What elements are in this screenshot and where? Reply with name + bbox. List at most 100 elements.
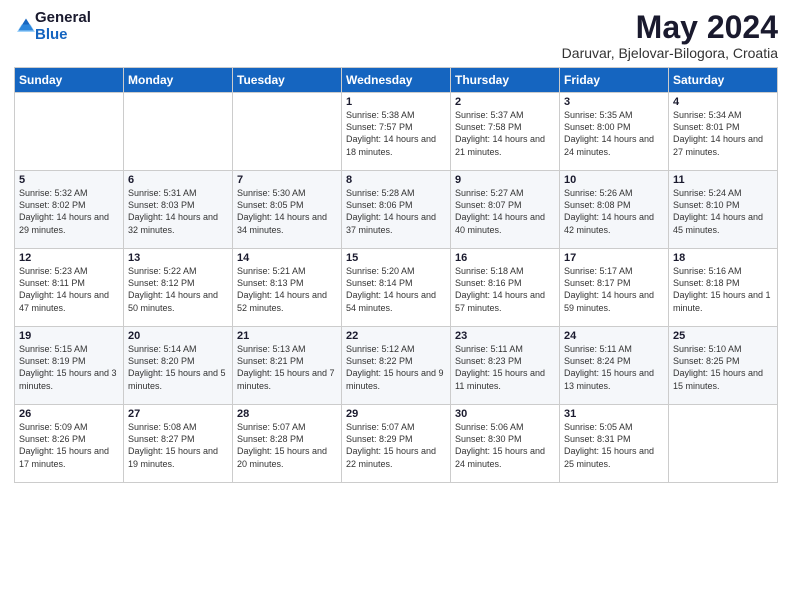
cell-details: Sunrise: 5:06 AMSunset: 8:30 PMDaylight:… <box>455 421 555 470</box>
cell-details: Sunrise: 5:15 AMSunset: 8:19 PMDaylight:… <box>19 343 119 392</box>
day-number: 4 <box>673 96 773 108</box>
calendar-cell: 2Sunrise: 5:37 AMSunset: 7:58 PMDaylight… <box>451 93 560 171</box>
calendar-cell: 6Sunrise: 5:31 AMSunset: 8:03 PMDaylight… <box>124 171 233 249</box>
day-number: 5 <box>19 174 119 186</box>
day-number: 23 <box>455 330 555 342</box>
day-number: 10 <box>564 174 664 186</box>
cell-details: Sunrise: 5:31 AMSunset: 8:03 PMDaylight:… <box>128 187 228 236</box>
day-number: 26 <box>19 408 119 420</box>
day-number: 24 <box>564 330 664 342</box>
cell-details: Sunrise: 5:07 AMSunset: 8:28 PMDaylight:… <box>237 421 337 470</box>
calendar-cell: 17Sunrise: 5:17 AMSunset: 8:17 PMDayligh… <box>560 249 669 327</box>
day-number: 31 <box>564 408 664 420</box>
cell-details: Sunrise: 5:37 AMSunset: 7:58 PMDaylight:… <box>455 109 555 158</box>
calendar-week-1: 1Sunrise: 5:38 AMSunset: 7:57 PMDaylight… <box>15 93 778 171</box>
header-row: Sunday Monday Tuesday Wednesday Thursday… <box>15 68 778 93</box>
calendar-cell <box>124 93 233 171</box>
cell-details: Sunrise: 5:24 AMSunset: 8:10 PMDaylight:… <box>673 187 773 236</box>
logo-area: General Blue <box>14 10 91 43</box>
calendar-cell: 29Sunrise: 5:07 AMSunset: 8:29 PMDayligh… <box>342 405 451 483</box>
cell-details: Sunrise: 5:08 AMSunset: 8:27 PMDaylight:… <box>128 421 228 470</box>
day-number: 11 <box>673 174 773 186</box>
calendar-cell: 5Sunrise: 5:32 AMSunset: 8:02 PMDaylight… <box>15 171 124 249</box>
calendar-week-2: 5Sunrise: 5:32 AMSunset: 8:02 PMDaylight… <box>15 171 778 249</box>
calendar-cell: 27Sunrise: 5:08 AMSunset: 8:27 PMDayligh… <box>124 405 233 483</box>
calendar-cell: 7Sunrise: 5:30 AMSunset: 8:05 PMDaylight… <box>233 171 342 249</box>
col-monday: Monday <box>124 68 233 93</box>
calendar-cell <box>233 93 342 171</box>
cell-details: Sunrise: 5:27 AMSunset: 8:07 PMDaylight:… <box>455 187 555 236</box>
cell-details: Sunrise: 5:34 AMSunset: 8:01 PMDaylight:… <box>673 109 773 158</box>
calendar-cell: 10Sunrise: 5:26 AMSunset: 8:08 PMDayligh… <box>560 171 669 249</box>
cell-details: Sunrise: 5:11 AMSunset: 8:24 PMDaylight:… <box>564 343 664 392</box>
day-number: 18 <box>673 252 773 264</box>
calendar-cell <box>15 93 124 171</box>
calendar-week-5: 26Sunrise: 5:09 AMSunset: 8:26 PMDayligh… <box>15 405 778 483</box>
cell-details: Sunrise: 5:10 AMSunset: 8:25 PMDaylight:… <box>673 343 773 392</box>
day-number: 27 <box>128 408 228 420</box>
calendar-table: Sunday Monday Tuesday Wednesday Thursday… <box>14 67 778 483</box>
day-number: 12 <box>19 252 119 264</box>
calendar-cell: 1Sunrise: 5:38 AMSunset: 7:57 PMDaylight… <box>342 93 451 171</box>
day-number: 16 <box>455 252 555 264</box>
cell-details: Sunrise: 5:35 AMSunset: 8:00 PMDaylight:… <box>564 109 664 158</box>
day-number: 30 <box>455 408 555 420</box>
calendar-cell: 22Sunrise: 5:12 AMSunset: 8:22 PMDayligh… <box>342 327 451 405</box>
calendar-cell: 31Sunrise: 5:05 AMSunset: 8:31 PMDayligh… <box>560 405 669 483</box>
cell-details: Sunrise: 5:30 AMSunset: 8:05 PMDaylight:… <box>237 187 337 236</box>
day-number: 25 <box>673 330 773 342</box>
col-thursday: Thursday <box>451 68 560 93</box>
day-number: 2 <box>455 96 555 108</box>
calendar-week-4: 19Sunrise: 5:15 AMSunset: 8:19 PMDayligh… <box>15 327 778 405</box>
cell-details: Sunrise: 5:28 AMSunset: 8:06 PMDaylight:… <box>346 187 446 236</box>
cell-details: Sunrise: 5:05 AMSunset: 8:31 PMDaylight:… <box>564 421 664 470</box>
calendar-cell: 11Sunrise: 5:24 AMSunset: 8:10 PMDayligh… <box>669 171 778 249</box>
calendar-cell: 20Sunrise: 5:14 AMSunset: 8:20 PMDayligh… <box>124 327 233 405</box>
day-number: 1 <box>346 96 446 108</box>
cell-details: Sunrise: 5:09 AMSunset: 8:26 PMDaylight:… <box>19 421 119 470</box>
cell-details: Sunrise: 5:22 AMSunset: 8:12 PMDaylight:… <box>128 265 228 314</box>
calendar-cell: 12Sunrise: 5:23 AMSunset: 8:11 PMDayligh… <box>15 249 124 327</box>
cell-details: Sunrise: 5:11 AMSunset: 8:23 PMDaylight:… <box>455 343 555 392</box>
day-number: 8 <box>346 174 446 186</box>
logo-general: General <box>35 10 91 27</box>
col-tuesday: Tuesday <box>233 68 342 93</box>
calendar-cell <box>669 405 778 483</box>
day-number: 20 <box>128 330 228 342</box>
calendar-cell: 3Sunrise: 5:35 AMSunset: 8:00 PMDaylight… <box>560 93 669 171</box>
calendar-cell: 18Sunrise: 5:16 AMSunset: 8:18 PMDayligh… <box>669 249 778 327</box>
col-friday: Friday <box>560 68 669 93</box>
day-number: 19 <box>19 330 119 342</box>
calendar-cell: 25Sunrise: 5:10 AMSunset: 8:25 PMDayligh… <box>669 327 778 405</box>
calendar-cell: 26Sunrise: 5:09 AMSunset: 8:26 PMDayligh… <box>15 405 124 483</box>
cell-details: Sunrise: 5:13 AMSunset: 8:21 PMDaylight:… <box>237 343 337 392</box>
cell-details: Sunrise: 5:12 AMSunset: 8:22 PMDaylight:… <box>346 343 446 392</box>
cell-details: Sunrise: 5:14 AMSunset: 8:20 PMDaylight:… <box>128 343 228 392</box>
calendar-cell: 30Sunrise: 5:06 AMSunset: 8:30 PMDayligh… <box>451 405 560 483</box>
calendar-cell: 28Sunrise: 5:07 AMSunset: 8:28 PMDayligh… <box>233 405 342 483</box>
logo-blue: Blue <box>35 27 91 44</box>
calendar-cell: 15Sunrise: 5:20 AMSunset: 8:14 PMDayligh… <box>342 249 451 327</box>
calendar-cell: 19Sunrise: 5:15 AMSunset: 8:19 PMDayligh… <box>15 327 124 405</box>
day-number: 7 <box>237 174 337 186</box>
page-container: General Blue May 2024 Daruvar, Bjelovar-… <box>0 0 792 491</box>
calendar-cell: 13Sunrise: 5:22 AMSunset: 8:12 PMDayligh… <box>124 249 233 327</box>
calendar-week-3: 12Sunrise: 5:23 AMSunset: 8:11 PMDayligh… <box>15 249 778 327</box>
calendar-cell: 4Sunrise: 5:34 AMSunset: 8:01 PMDaylight… <box>669 93 778 171</box>
day-number: 9 <box>455 174 555 186</box>
subtitle: Daruvar, Bjelovar-Bilogora, Croatia <box>562 45 778 61</box>
calendar-cell: 9Sunrise: 5:27 AMSunset: 8:07 PMDaylight… <box>451 171 560 249</box>
day-number: 21 <box>237 330 337 342</box>
cell-details: Sunrise: 5:21 AMSunset: 8:13 PMDaylight:… <box>237 265 337 314</box>
calendar-cell: 16Sunrise: 5:18 AMSunset: 8:16 PMDayligh… <box>451 249 560 327</box>
title-area: May 2024 Daruvar, Bjelovar-Bilogora, Cro… <box>562 10 778 61</box>
calendar-cell: 21Sunrise: 5:13 AMSunset: 8:21 PMDayligh… <box>233 327 342 405</box>
col-sunday: Sunday <box>15 68 124 93</box>
calendar-cell: 24Sunrise: 5:11 AMSunset: 8:24 PMDayligh… <box>560 327 669 405</box>
day-number: 3 <box>564 96 664 108</box>
day-number: 15 <box>346 252 446 264</box>
calendar-cell: 14Sunrise: 5:21 AMSunset: 8:13 PMDayligh… <box>233 249 342 327</box>
calendar-cell: 23Sunrise: 5:11 AMSunset: 8:23 PMDayligh… <box>451 327 560 405</box>
cell-details: Sunrise: 5:07 AMSunset: 8:29 PMDaylight:… <box>346 421 446 470</box>
day-number: 6 <box>128 174 228 186</box>
